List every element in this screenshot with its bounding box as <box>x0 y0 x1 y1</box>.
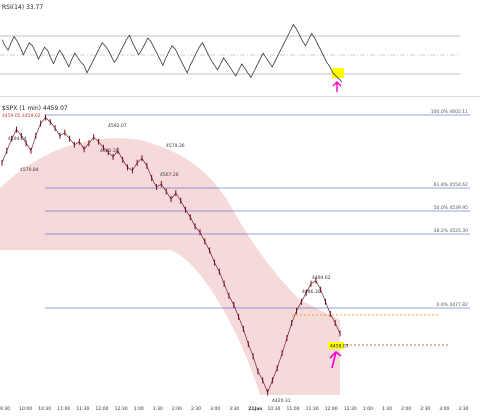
time-axis-label: 3:30 <box>229 406 239 412</box>
time-axis-label: 12:00 <box>325 406 338 412</box>
time-axis-label: 3:30 <box>458 406 468 412</box>
time-axis-label: 1:00 <box>363 406 373 412</box>
time-axis-label: 3:00 <box>439 406 449 412</box>
time-axis-label: 10:00 <box>19 406 32 412</box>
time-axis-label: 12:30 <box>344 406 357 412</box>
price-label-4570: 4570.84 <box>20 167 39 173</box>
rsi-label: RSI(14) 33.77 <box>2 4 43 11</box>
panel-divider[interactable] <box>0 96 480 97</box>
time-axis-label: 12:00 <box>96 406 109 412</box>
time-axis-label: 9:30 <box>0 406 10 412</box>
time-axis: 9:30 10:00 10:30 11:00 11:30 12:00 12:30 1:00 1:… <box>0 406 469 412</box>
price-label-4420: 4420.31 <box>272 398 291 404</box>
fib-label-618: 61.8% 4554.62 <box>434 182 468 188</box>
time-axis-label: 21Jan <box>248 406 262 412</box>
time-axis-label: 11:30 <box>306 406 319 412</box>
chart-window: RSI(14) 33.77 $SPX (1 min) 4459.07 4459.… <box>0 0 480 412</box>
time-axis-label: 2:00 <box>172 406 182 412</box>
price-panel: $SPX (1 min) 4459.07 4459.05 4459.02 100… <box>0 105 470 412</box>
price-label-4579: 4579.36 <box>166 143 185 149</box>
time-axis-label: 1:00 <box>134 406 144 412</box>
rsi-arrow-icon <box>332 81 342 92</box>
time-axis-label: 3:00 <box>210 406 220 412</box>
price-label-4486: 4486.30 <box>302 289 321 295</box>
price-sublabel: 4459.05 4459.02 <box>2 113 41 119</box>
fib-label-100: 100.0% 4602.11 <box>431 109 468 115</box>
time-axis-label: 11:30 <box>76 406 89 412</box>
price-label-4494: 4494.62 <box>312 275 331 281</box>
price-label-4567: 4567.26 <box>160 172 179 178</box>
rsi-highlight-marker <box>332 68 344 78</box>
time-axis-label: 12:30 <box>115 406 128 412</box>
rsi-panel: RSI(14) 33.77 <box>0 4 480 97</box>
current-price-label: 4459.07 <box>330 344 349 350</box>
time-axis-label: 2:30 <box>191 406 201 412</box>
time-axis-label: 11:00 <box>287 406 300 412</box>
time-axis-label: 2:00 <box>401 406 411 412</box>
chart-canvas: RSI(14) 33.77 $SPX (1 min) 4459.07 4459.… <box>0 4 480 412</box>
time-axis-label: 10:30 <box>267 406 280 412</box>
rsi-line <box>1 23 343 83</box>
price-label-4592: 4592.07 <box>108 123 127 129</box>
fib-label-500: 50.0% 4539.95 <box>434 205 468 211</box>
price-label: $SPX (1 min) 4459.07 <box>2 105 68 112</box>
time-axis-label: 1:30 <box>382 406 392 412</box>
time-axis-label: 1:30 <box>153 406 163 412</box>
fib-label-0: 0.0% 4477.82 <box>437 302 469 308</box>
time-axis-label: 11:00 <box>57 406 70 412</box>
fib-label-382: 38.2% 4525.30 <box>434 228 468 234</box>
time-axis-label: 10:30 <box>38 406 51 412</box>
time-axis-label: 2:30 <box>420 406 430 412</box>
